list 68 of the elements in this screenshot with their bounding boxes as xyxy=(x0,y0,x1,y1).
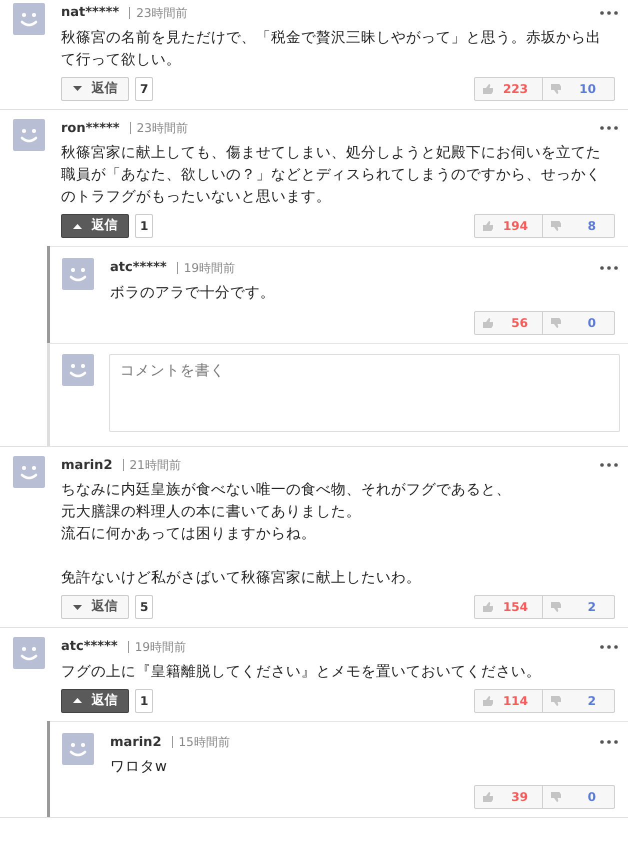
caret-up-icon xyxy=(72,698,82,703)
dislike-button[interactable]: 8 xyxy=(543,215,614,237)
thumbs-up-icon xyxy=(482,220,494,232)
thumbs-down-icon xyxy=(550,601,562,613)
avatar-icon xyxy=(62,732,94,764)
comment-text: 秋篠宮家に献上しても、傷ませてしまい、処分しようと妃殿下にお伺いを立てた 職員が「あなた、欲しいの？」などとディスられてしまうのですから、せっかく のトラフグがもったいないと思います。 xyxy=(61,144,602,207)
comment-text: ボラのアラで十分です。 xyxy=(110,284,276,302)
post-time: 21時間前 xyxy=(122,459,181,472)
user-name[interactable]: marin2 xyxy=(61,456,112,475)
reply-count: 7 xyxy=(135,76,154,100)
more-icon[interactable] xyxy=(600,10,618,15)
more-icon[interactable] xyxy=(600,126,618,130)
user-name[interactable]: atc***** xyxy=(61,637,118,656)
user-name[interactable]: nat***** xyxy=(61,3,120,22)
thumbs-up-icon xyxy=(482,82,494,94)
avatar-icon xyxy=(13,637,45,669)
avatar-icon xyxy=(13,118,45,150)
comment-text: ワロタw xyxy=(110,758,168,777)
like-button[interactable]: 39 xyxy=(475,786,543,808)
reply-button[interactable]: 返信 xyxy=(61,595,129,619)
more-icon[interactable] xyxy=(600,740,618,744)
thumbs-down-icon xyxy=(550,694,562,706)
thumbs-up-icon xyxy=(482,791,494,803)
caret-up-icon xyxy=(72,224,82,228)
post-time: 15時間前 xyxy=(172,736,230,748)
post-time: 23時間前 xyxy=(130,122,188,134)
reply-button[interactable]: 返信 xyxy=(61,76,129,100)
thumbs-down-icon xyxy=(550,791,562,803)
avatar-icon xyxy=(13,3,45,35)
user-name[interactable]: marin2 xyxy=(110,732,162,752)
thumbs-up-icon xyxy=(482,316,494,328)
comment-text: ちなみに内廷皇族が食べない唯一の食べ物、それがフグであると、 元大膳課の料理人の本に書いてありました。 流石に何かあっては困りますからね。 免許ないけど私がさばいて秋篠宮家に献上したいわ。 xyxy=(61,481,512,588)
comment-field[interactable]: コメントを書く xyxy=(109,354,620,432)
post-time: 19時間前 xyxy=(176,262,235,274)
dislike-button[interactable]: 0 xyxy=(543,786,614,808)
thumbs-up-icon xyxy=(482,694,494,706)
more-icon[interactable] xyxy=(600,644,618,649)
avatar-icon xyxy=(62,354,94,386)
reply-count: 1 xyxy=(135,688,154,712)
like-button[interactable]: 56 xyxy=(475,312,543,334)
like-button[interactable]: 223 xyxy=(475,78,543,100)
dislike-button[interactable]: 2 xyxy=(543,596,614,618)
like-button[interactable]: 194 xyxy=(475,215,543,237)
avatar-icon xyxy=(62,258,94,290)
dislike-button[interactable]: 2 xyxy=(543,690,614,712)
comment-text: フグの上に『皇籍離脱してください』とメモを置いておいてください。 xyxy=(61,662,542,682)
dislike-button[interactable]: 10 xyxy=(543,78,614,100)
thumbs-down-icon xyxy=(550,316,562,328)
dislike-button[interactable]: 0 xyxy=(543,312,614,334)
avatar-icon xyxy=(13,456,45,488)
thumbs-down-icon xyxy=(550,82,562,94)
like-button[interactable]: 154 xyxy=(475,596,543,618)
post-time: 19時間前 xyxy=(128,640,186,653)
user-name[interactable]: atc***** xyxy=(110,258,167,278)
thumbs-up-icon xyxy=(482,601,494,613)
more-icon[interactable] xyxy=(600,266,618,270)
more-icon[interactable] xyxy=(600,463,618,468)
thumbs-down-icon xyxy=(550,220,562,232)
reply-button[interactable]: 返信 xyxy=(61,214,129,238)
caret-down-icon xyxy=(72,86,82,91)
caret-down-icon xyxy=(72,604,82,610)
reply-count: 1 xyxy=(135,214,154,238)
reply-button[interactable]: 返信 xyxy=(61,688,129,712)
comment-text: 秋篠宮の名前を見ただけで、「税金で贅沢三昧しやがって」と思う。赤坂から出 て行って欲しい。 xyxy=(61,28,602,70)
user-name[interactable]: ron***** xyxy=(61,118,120,138)
reply-count: 5 xyxy=(135,595,154,619)
post-time: 23時間前 xyxy=(129,6,188,19)
like-button[interactable]: 114 xyxy=(475,690,543,712)
